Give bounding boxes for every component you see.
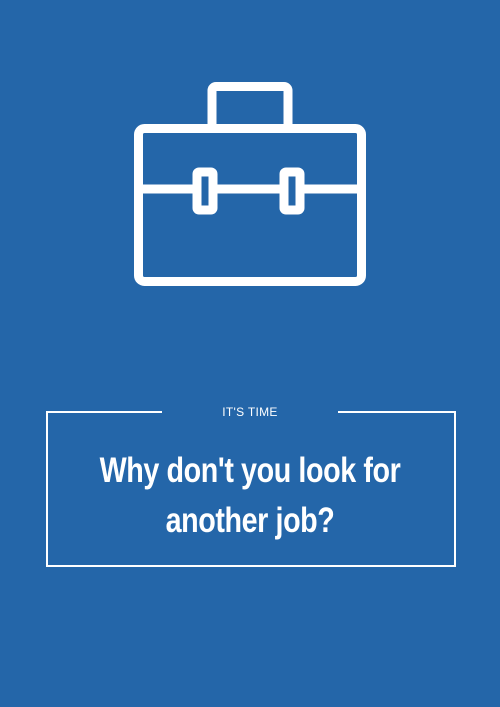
kicker-text: IT'S TIME [222,405,278,419]
headline: Why don't you look for another job? [99,451,401,540]
poster: IT'S TIME Why don't you look for another… [0,0,500,707]
briefcase-icon [134,82,366,286]
